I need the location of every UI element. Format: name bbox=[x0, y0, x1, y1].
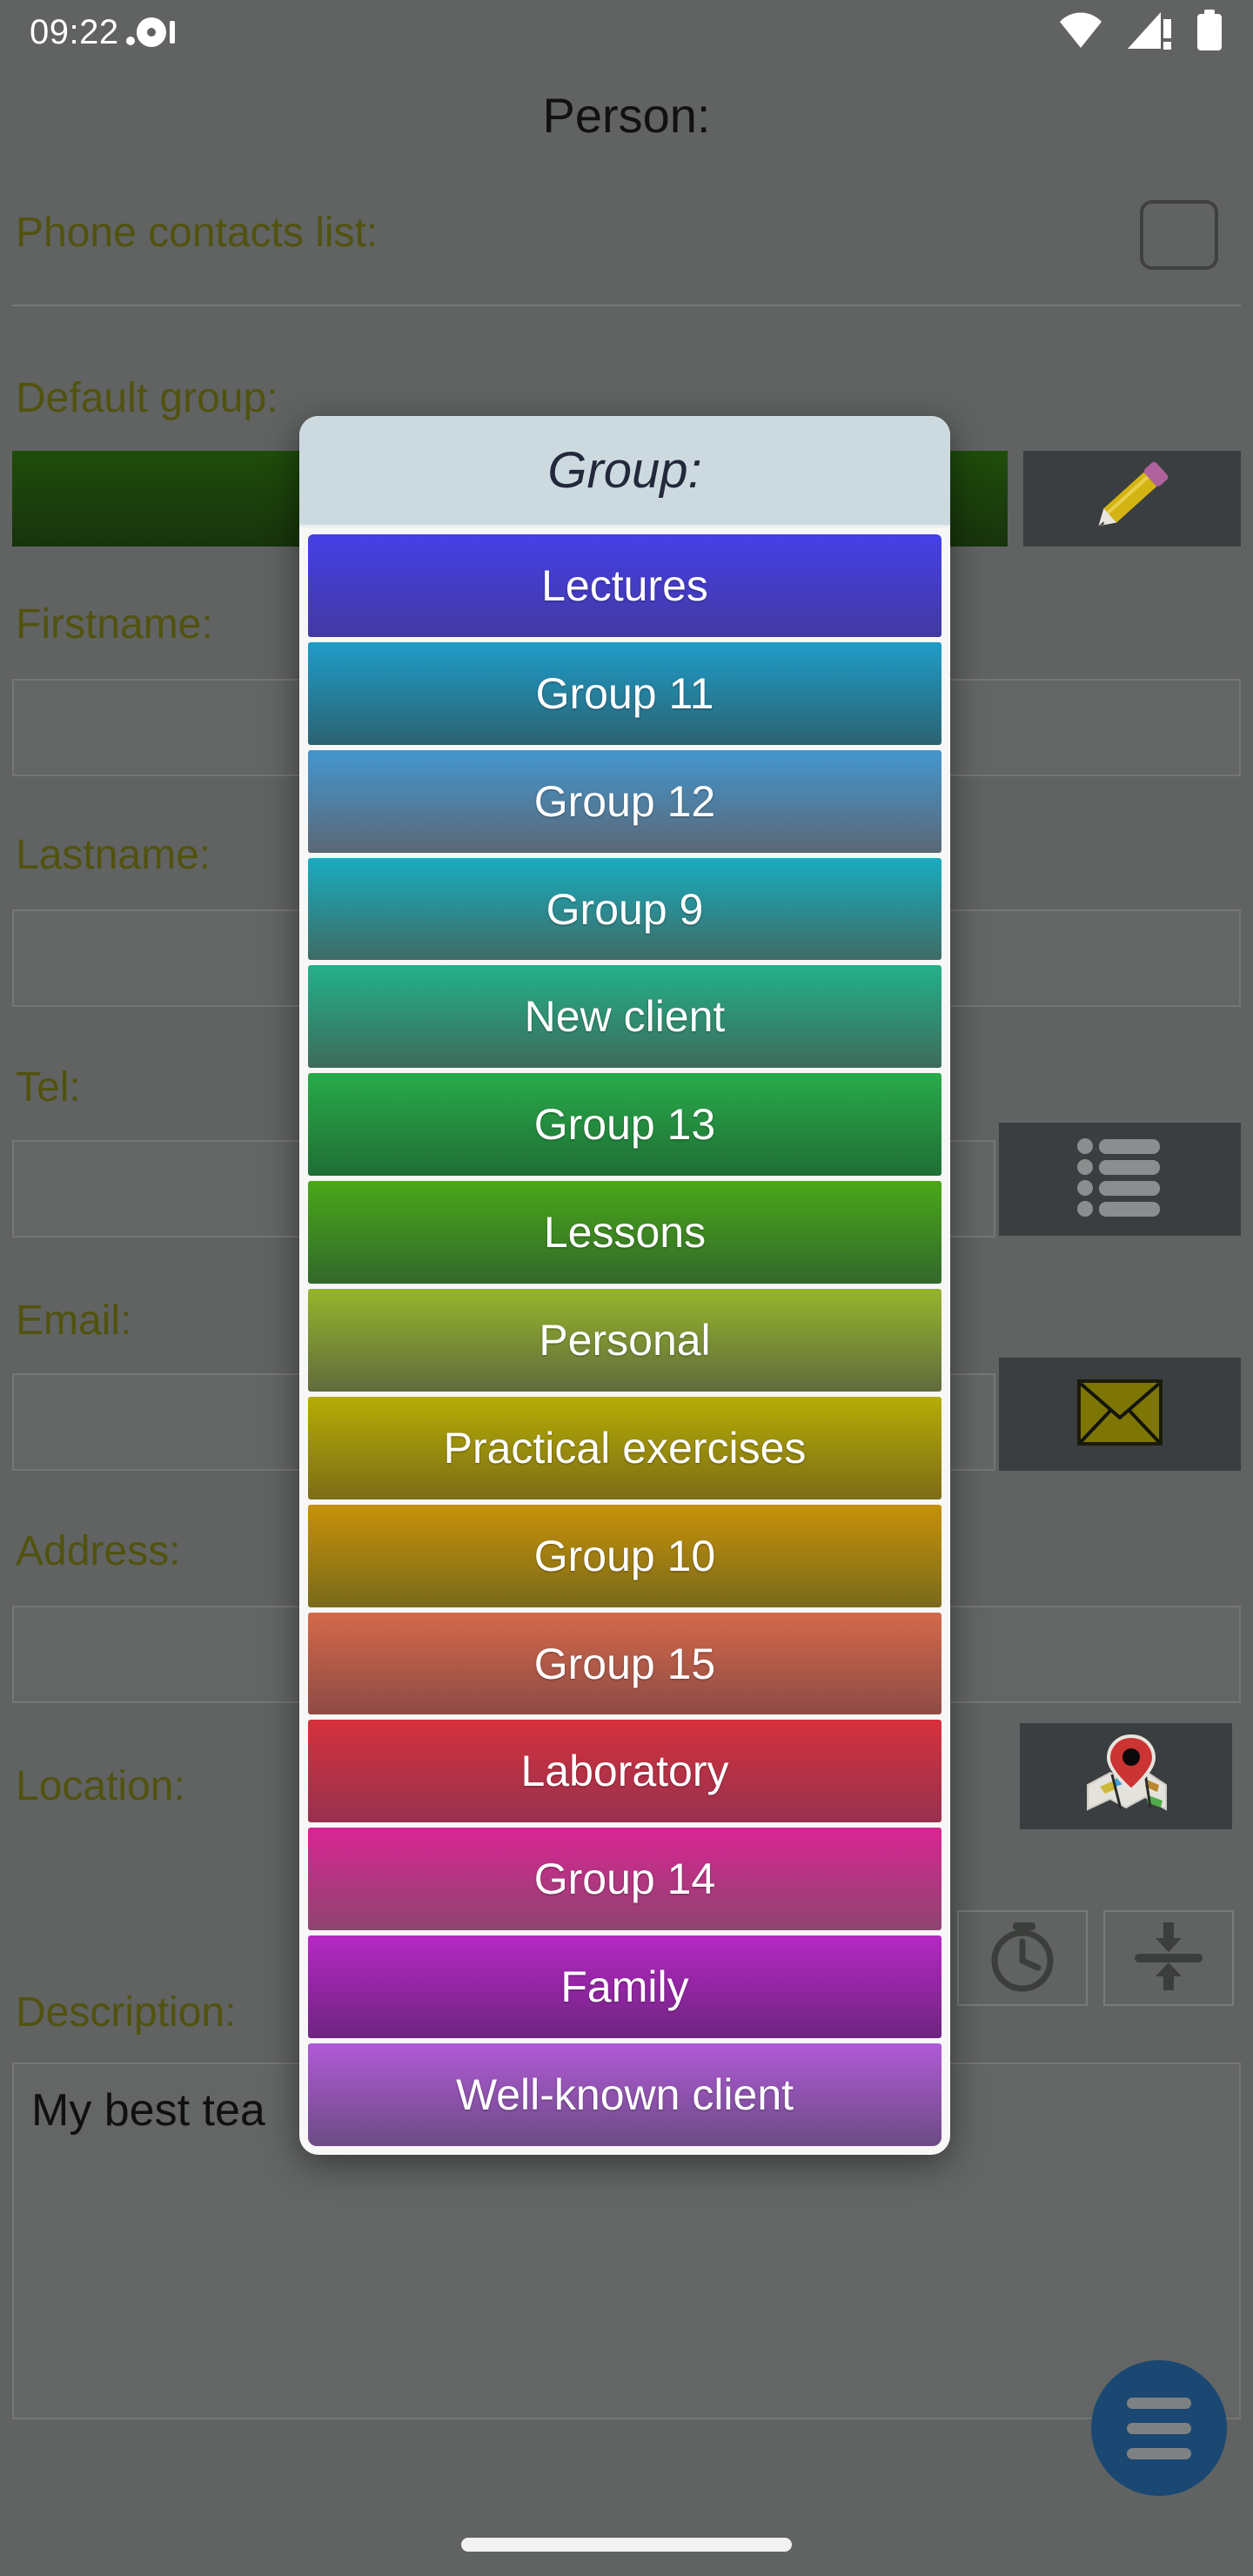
pick-contact-button[interactable] bbox=[999, 1123, 1241, 1236]
group-list-item[interactable]: Group 9 bbox=[308, 857, 941, 961]
collapse-arrows-icon bbox=[1131, 1921, 1206, 1996]
group-item-label: Group 9 bbox=[546, 884, 704, 934]
group-list-item[interactable]: New client bbox=[308, 965, 941, 1069]
send-email-button[interactable] bbox=[999, 1358, 1241, 1471]
status-bar-clock: 09:22 bbox=[30, 12, 119, 51]
dialog-header: Group: bbox=[299, 416, 950, 527]
group-list-item[interactable]: Group 12 bbox=[308, 749, 941, 853]
group-item-label: Group 14 bbox=[533, 1855, 716, 1904]
group-list-item[interactable]: Group 14 bbox=[308, 1828, 941, 1931]
group-list-item[interactable]: Well-known client bbox=[308, 2043, 941, 2146]
divider bbox=[12, 305, 1241, 306]
stopwatch-icon bbox=[987, 1921, 1058, 1996]
group-list-item[interactable]: Family bbox=[308, 1935, 941, 2039]
group-list-item[interactable]: Lessons bbox=[308, 1181, 941, 1285]
notification-dot-icon bbox=[125, 17, 166, 47]
label-tel: Tel: bbox=[16, 1064, 81, 1110]
label-address: Address: bbox=[16, 1528, 181, 1574]
edit-default-group-button[interactable] bbox=[1023, 451, 1241, 547]
group-item-label: Group 11 bbox=[535, 668, 714, 718]
collapse-button[interactable] bbox=[1103, 1910, 1234, 2006]
label-description: Description: bbox=[16, 1989, 237, 2036]
wifi-icon bbox=[1058, 11, 1103, 54]
phone-contacts-checkbox[interactable] bbox=[1140, 200, 1218, 270]
status-bar: 09:22 bbox=[0, 0, 1253, 64]
group-item-label: Lectures bbox=[541, 560, 708, 610]
group-list-item[interactable]: Practical exercises bbox=[308, 1396, 941, 1499]
group-item-label: Group 10 bbox=[533, 1531, 716, 1580]
label-firstname: Firstname: bbox=[16, 601, 213, 647]
cellular-signal-warning-icon bbox=[1126, 10, 1173, 55]
group-list-item[interactable]: Laboratory bbox=[308, 1720, 941, 1823]
hamburger-menu-icon-line3 bbox=[1127, 2447, 1191, 2459]
group-item-label: Lessons bbox=[543, 1208, 707, 1258]
gesture-nav-pill[interactable] bbox=[461, 2538, 792, 2552]
stopwatch-button[interactable] bbox=[957, 1910, 1088, 2006]
exclamation-icon bbox=[169, 21, 175, 44]
group-list-item[interactable]: Group 15 bbox=[308, 1612, 941, 1715]
group-item-label: Family bbox=[560, 1962, 689, 2012]
description-value: My best tea bbox=[31, 2085, 265, 2136]
list-icon bbox=[1076, 1137, 1163, 1222]
dialog-title: Group: bbox=[547, 442, 702, 499]
group-item-label: Practical exercises bbox=[443, 1423, 807, 1472]
group-list-item[interactable]: Personal bbox=[308, 1289, 941, 1392]
group-list[interactable]: Lectures Group 11 Group 12 Group 9 New c… bbox=[299, 527, 950, 2155]
envelope-icon bbox=[1077, 1379, 1163, 1450]
hamburger-menu-icon-line2 bbox=[1127, 2422, 1191, 2434]
open-map-button[interactable] bbox=[1020, 1723, 1232, 1829]
label-lastname: Lastname: bbox=[16, 832, 211, 878]
label-email: Email: bbox=[16, 1298, 132, 1344]
group-list-item[interactable]: Group 10 bbox=[308, 1504, 941, 1607]
group-list-item[interactable]: Group 13 bbox=[308, 1073, 941, 1177]
group-item-label: New client bbox=[524, 992, 726, 1042]
group-item-label: Personal bbox=[539, 1315, 711, 1365]
battery-full-icon bbox=[1196, 9, 1223, 56]
phone-screen: 09:22 Person: Phone contacts list: Defau… bbox=[0, 0, 1253, 2576]
status-bar-system-icons bbox=[1058, 9, 1223, 56]
pencil-icon bbox=[1084, 458, 1180, 540]
group-item-label: Group 13 bbox=[533, 1100, 716, 1150]
menu-fab-button[interactable] bbox=[1091, 2360, 1227, 2496]
hamburger-menu-icon bbox=[1127, 2397, 1191, 2409]
label-location: Location: bbox=[16, 1763, 185, 1809]
page-title: Person: bbox=[542, 88, 711, 143]
status-bar-notifications bbox=[125, 17, 175, 47]
group-item-label: Well-known client bbox=[455, 2070, 794, 2119]
group-list-item[interactable]: Lectures bbox=[308, 534, 941, 637]
group-item-label: Group 12 bbox=[533, 776, 716, 826]
label-phone-contacts-list: Phone contacts list: bbox=[16, 210, 379, 256]
group-item-label: Laboratory bbox=[520, 1747, 729, 1796]
label-default-group: Default group: bbox=[16, 375, 278, 421]
group-list-item[interactable]: Group 11 bbox=[308, 641, 941, 745]
map-pin-icon bbox=[1081, 1734, 1171, 1819]
group-picker-dialog: Group: Lectures Group 11 Group 12 Group … bbox=[299, 416, 950, 2155]
group-item-label: Group 15 bbox=[533, 1639, 716, 1688]
